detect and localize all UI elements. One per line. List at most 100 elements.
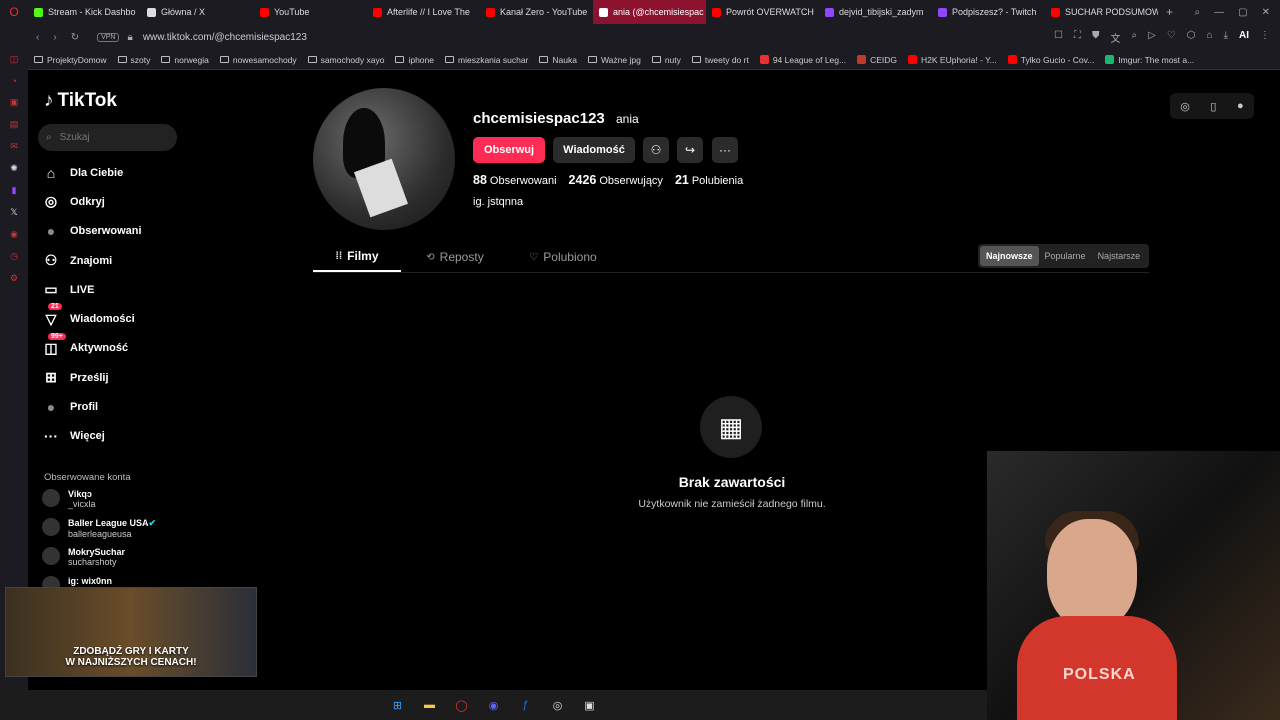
terminal-icon[interactable]: ▣	[581, 696, 599, 714]
twitch-icon[interactable]: ▮	[12, 185, 17, 196]
snapshot-icon[interactable]: ⛶	[1074, 30, 1081, 45]
windows-start-icon[interactable]: ⊞	[389, 696, 407, 714]
add-friend-button[interactable]: ⚇	[643, 137, 669, 163]
facebook-icon[interactable]: ƒ	[517, 696, 535, 714]
follow-button[interactable]: Obserwuj	[473, 137, 545, 163]
bookmark-item[interactable]: norwegia	[161, 55, 209, 65]
tab-reposty[interactable]: ⟲ Reposty	[401, 242, 509, 272]
chatgpt-icon[interactable]: ✺	[10, 163, 18, 174]
shield-icon[interactable]: ⛊	[1092, 30, 1100, 45]
bookmark-item[interactable]: Nauka	[539, 55, 577, 65]
bookmark-item[interactable]: nuty	[651, 55, 681, 65]
translate-icon[interactable]: 文	[1111, 30, 1121, 45]
back-icon[interactable]: ‹	[36, 32, 39, 43]
forward-icon[interactable]: ›	[53, 32, 56, 43]
reload-icon[interactable]: ↻	[71, 32, 79, 43]
zoom-icon[interactable]: ⌕	[1132, 30, 1138, 45]
url-field[interactable]: www.tiktok.com/@chcemisiespac123	[143, 32, 307, 43]
message-button[interactable]: Wiadomość	[553, 137, 635, 163]
browser-tab[interactable]: ania (@chcemisiespac	[593, 0, 706, 24]
search-input[interactable]	[59, 132, 160, 143]
mail-icon[interactable]: ✉	[10, 141, 18, 152]
more-options-button[interactable]: ···	[712, 137, 738, 163]
heart-icon[interactable]: ♡	[1167, 30, 1176, 45]
sidebar-item-znajomi[interactable]: ⚇ Znajomi	[42, 246, 142, 275]
settings-icon[interactable]: ⚙	[10, 273, 18, 284]
browser-tab[interactable]: Kanał Zero - YouTube	[480, 0, 593, 24]
bookmark-item[interactable]: ProjektyDomow	[34, 55, 107, 65]
extensions-icon[interactable]: ⬡	[1187, 30, 1196, 45]
sidebar-item-dla-ciebie[interactable]: ⌂ Dla Ciebie	[42, 158, 142, 187]
browser-tab[interactable]: YouTube	[254, 0, 367, 24]
sort-najnowsze[interactable]: Najnowsze	[980, 246, 1039, 266]
close-button[interactable]: ✕	[1262, 7, 1270, 18]
tv-icon[interactable]: ▤	[10, 119, 19, 130]
bookmark-item[interactable]: tweety do rt	[691, 55, 749, 65]
bookmark-item[interactable]: H2K EUphoria! - Y...	[908, 55, 997, 65]
browser-tab[interactable]: dejvid_tibijski_zadym	[819, 0, 932, 24]
play-icon[interactable]: ▷	[1148, 30, 1156, 45]
tab-filmy[interactable]: ⁞⁞ Filmy	[313, 242, 401, 272]
browser-tab[interactable]: SUCHAR PODSUMOW	[1045, 0, 1158, 24]
sidebar-item-więcej[interactable]: ··· Więcej	[42, 422, 142, 451]
new-tab-button[interactable]: +	[1158, 5, 1181, 19]
following-account[interactable]: Baller League USA ✔ ballerleagueusa	[42, 518, 156, 539]
vpn-badge[interactable]: VPN	[97, 32, 120, 42]
bag-icon[interactable]: ▣	[10, 97, 19, 108]
search-box[interactable]: ⌕	[38, 124, 177, 151]
following-account[interactable]: MokrySuchar sucharshoty	[42, 547, 125, 567]
browser-tab[interactable]: Powrót OVERWATCH	[706, 0, 819, 24]
maximize-button[interactable]: ▢	[1238, 7, 1247, 18]
bookmark-item[interactable]: samochody xayo	[307, 55, 384, 65]
stat-obserwowani[interactable]: 88 Obserwowani	[473, 173, 557, 187]
file-explorer-icon[interactable]: ▬	[421, 696, 439, 714]
sidebar-item-obserwowani[interactable]: ● Obserwowani	[42, 217, 142, 246]
player-icon[interactable]: ◉	[10, 229, 18, 240]
bookmark-item[interactable]: szoty	[117, 55, 150, 65]
sidebar-item-aktywność[interactable]: ◫ 99+ Aktywność	[42, 332, 142, 363]
browser-tab[interactable]: Afterlife // I Love The	[367, 0, 480, 24]
browser-tab[interactable]: Główna / X	[141, 0, 254, 24]
sidebar-item-wiadomości[interactable]: ▽ 21 Wiadomości	[42, 303, 142, 333]
menu-icon[interactable]: ⋮	[1260, 30, 1270, 45]
bookmark-item[interactable]: Ważne jpg	[587, 55, 641, 65]
clock-icon[interactable]: ◷	[10, 251, 18, 262]
sidebar-item-prześlij[interactable]: ⊞ Prześlij	[42, 363, 142, 392]
browser-tab[interactable]: Stream - Kick Dashbo	[28, 0, 141, 24]
opera-icon[interactable]: ◯	[453, 696, 471, 714]
user-avatar-icon[interactable]: ●	[1237, 100, 1244, 112]
promo-banner[interactable]: ZDOBĄDŹ GRY I KARTY W NAJNIŻSZYCH CENACH…	[5, 587, 257, 677]
tiktok-logo[interactable]: ♪ TikTok	[44, 90, 117, 112]
x-icon[interactable]: 𝕏	[10, 207, 17, 218]
bookmark-icon[interactable]: ☐	[1054, 30, 1063, 45]
bookmark-item[interactable]: CEIDG	[857, 55, 897, 65]
history-icon[interactable]: ◔	[11, 76, 16, 86]
obs-icon[interactable]: ◎	[549, 696, 567, 714]
speed-dial-icon[interactable]: ◫	[10, 54, 19, 65]
bookmark-item[interactable]: iphone	[395, 55, 434, 65]
sidebar-item-odkryj[interactable]: ◎ Odkryj	[42, 187, 142, 216]
minimize-button[interactable]: —	[1214, 7, 1224, 18]
share-button[interactable]: ↪	[677, 137, 703, 163]
stat-obserwujący[interactable]: 2426 Obserwujący	[569, 173, 663, 187]
opera-logo-icon[interactable]: O	[0, 5, 28, 19]
device-icon[interactable]: ▯	[1210, 100, 1216, 113]
bookmark-item[interactable]: mieszkania suchar	[445, 55, 528, 65]
wallet-icon[interactable]: ⌂	[1207, 30, 1213, 45]
following-account[interactable]: Vikqɔ _vicxla	[42, 489, 96, 509]
bookmark-item[interactable]: nowesamochody	[219, 55, 297, 65]
search-tabs-icon[interactable]: ⌕	[1195, 7, 1201, 18]
sort-najstarsze[interactable]: Najstarsze	[1092, 246, 1147, 266]
download-icon[interactable]: ⤓	[1224, 30, 1228, 45]
tab-polubiono[interactable]: ♡ Polubiono	[509, 242, 617, 272]
bookmark-item[interactable]: Tylko Gucio - Cov...	[1007, 55, 1094, 65]
browser-tab[interactable]: Podpiszesz? - Twitch	[932, 0, 1045, 24]
ai-button[interactable]: AI	[1239, 30, 1249, 45]
bookmark-item[interactable]: 94 League of Leg...	[759, 55, 846, 65]
compass-tool-icon[interactable]: ◎	[1180, 100, 1190, 113]
sidebar-item-profil[interactable]: ● Profil	[42, 392, 142, 421]
sort-popularne[interactable]: Popularne	[1039, 246, 1092, 266]
stat-polubienia[interactable]: 21 Polubienia	[675, 173, 743, 187]
bookmark-item[interactable]: Imgur: The most a...	[1105, 55, 1194, 65]
sidebar-item-live[interactable]: ▭ LIVE	[42, 275, 142, 304]
